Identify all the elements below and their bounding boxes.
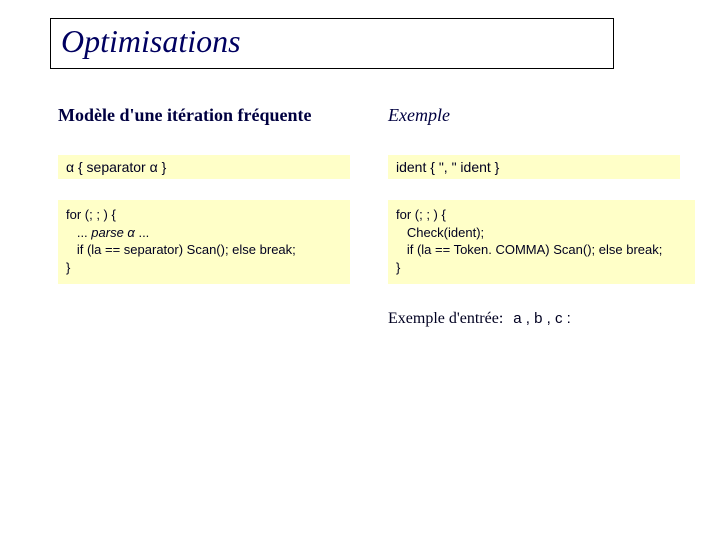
code-line: ... parse α ...	[66, 225, 149, 240]
code-line: if (la == separator) Scan(); else break;	[66, 242, 296, 257]
left-grammar: α { separator α }	[58, 155, 350, 179]
right-grammar: ident { ", " ident }	[388, 155, 680, 179]
sample-label: Exemple d'entrée:	[388, 310, 503, 327]
sample-line: Exemple d'entrée: a , b , c :	[388, 310, 571, 328]
code-line: }	[396, 260, 400, 275]
code-line: if (la == Token. COMMA) Scan(); else bre…	[396, 242, 662, 257]
slide-title: Optimisations	[61, 23, 241, 59]
left-heading: Modèle d'une itération fréquente	[58, 105, 311, 126]
code-line: for (; ; ) {	[396, 207, 446, 222]
slide: Optimisations Modèle d'une itération fré…	[0, 0, 720, 540]
left-code: for (; ; ) { ... parse α ... if (la == s…	[58, 200, 350, 284]
code-line: }	[66, 260, 70, 275]
code-line: Check(ident);	[396, 225, 484, 240]
right-code: for (; ; ) { Check(ident); if (la == Tok…	[388, 200, 695, 284]
title-box: Optimisations	[50, 18, 614, 69]
sample-value: a , b , c :	[513, 310, 571, 327]
right-heading: Exemple	[388, 105, 450, 126]
code-line: for (; ; ) {	[66, 207, 116, 222]
